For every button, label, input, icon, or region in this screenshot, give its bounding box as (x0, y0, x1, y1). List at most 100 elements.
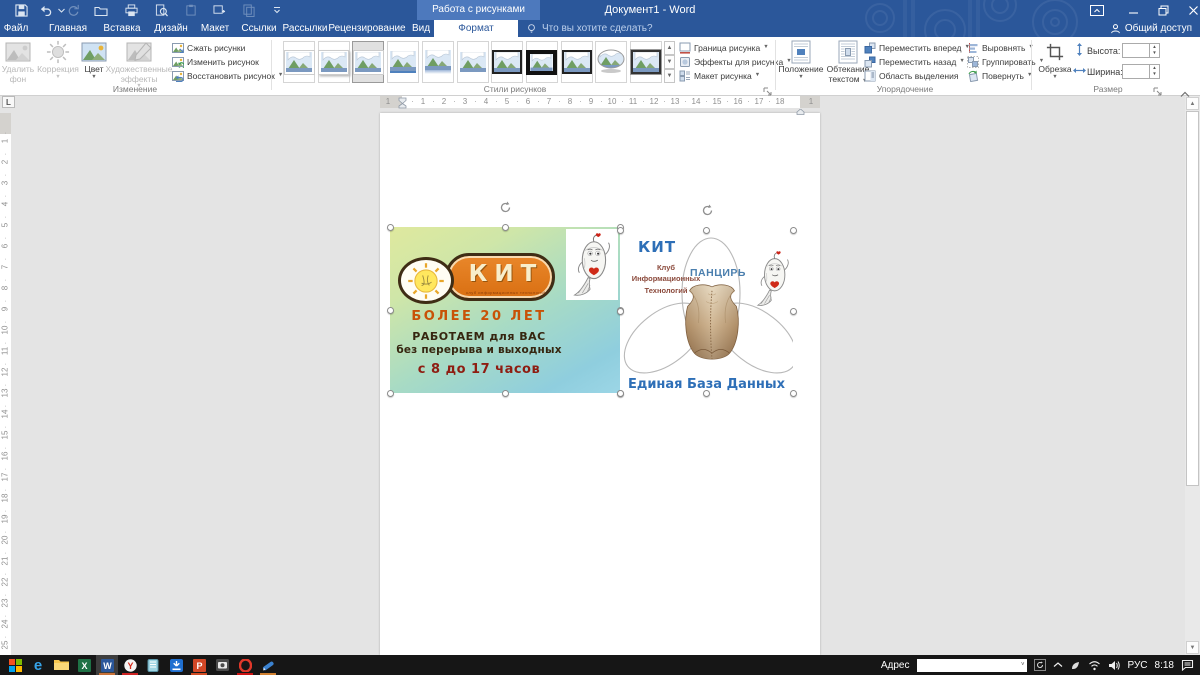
picture-style-frame-white-shadow[interactable] (317, 41, 350, 83)
volume-tray-icon[interactable] (1108, 660, 1121, 671)
picture-style-reflection[interactable] (421, 41, 454, 83)
selection-pane-button[interactable]: Область выделения (864, 69, 958, 82)
gallery-up-icon[interactable]: ▲ (664, 41, 675, 55)
horizontal-ruler[interactable]: 1 1 1 · 2 · 3 · 4 · 5 · 6 · 7 · 8 · 9 · 10 · 11 · 12 · 13 · 14 · 15 · 16… (380, 96, 820, 108)
tab-format[interactable]: Формат (434, 20, 518, 37)
tab-references[interactable]: Ссылки (241, 20, 276, 37)
selection-handle[interactable] (386, 389, 394, 397)
scrollbar-thumb[interactable] (1186, 111, 1199, 486)
language-indicator[interactable]: РУС (1128, 660, 1148, 671)
action-center-icon[interactable] (1181, 659, 1194, 671)
tab-stop-selector[interactable]: L (2, 96, 15, 108)
selection-handle[interactable] (386, 223, 394, 231)
screenshot-app-icon[interactable] (211, 655, 233, 675)
close-icon[interactable] (1178, 0, 1200, 20)
size-dialog-launcher-icon[interactable] (1153, 83, 1163, 96)
restore-icon[interactable] (1148, 0, 1178, 20)
notebook-app-icon[interactable] (142, 655, 164, 675)
selection-handle[interactable] (501, 389, 509, 397)
scroll-down-icon[interactable]: ▼ (1186, 641, 1199, 654)
edge-icon[interactable]: e (27, 655, 49, 675)
send-backward-button[interactable]: Переместить назад ▼ (864, 55, 965, 68)
picture-layout-button[interactable]: Макет рисунка ▼ (679, 69, 760, 82)
crop-button[interactable]: Обрезка ▼ (1037, 39, 1073, 80)
word-icon[interactable]: W (96, 655, 118, 675)
selection-handle[interactable] (703, 226, 710, 234)
network-tray-icon[interactable] (1088, 660, 1101, 671)
picture-border-button[interactable]: Граница рисунка ▼ (679, 41, 769, 54)
paste-icon[interactable] (182, 2, 200, 18)
align-button[interactable]: Выровнять▼ (967, 41, 1034, 54)
open-icon[interactable] (92, 2, 110, 18)
right-indent-marker[interactable] (796, 102, 805, 120)
minimize-icon[interactable] (1118, 0, 1148, 20)
address-input[interactable]: ˅ (916, 658, 1027, 672)
address-go-icon[interactable] (1033, 659, 1046, 671)
picture-style-oval-shadow[interactable] (595, 41, 628, 83)
rotate-button[interactable]: Повернуть ▼ (967, 69, 1032, 82)
width-input[interactable]: ▲ ▼ (1122, 64, 1160, 79)
selection-handle[interactable] (616, 226, 624, 234)
print-icon[interactable] (122, 2, 140, 18)
picture-style-soft-edge-bottom[interactable] (387, 41, 420, 83)
selection-handle[interactable] (789, 389, 797, 397)
explorer-icon[interactable] (50, 655, 72, 675)
change-picture-button[interactable]: Изменить рисунок (172, 55, 259, 68)
vertical-scrollbar[interactable]: ▲ ▼ (1185, 96, 1200, 655)
clock[interactable]: 8:18 (1155, 660, 1174, 671)
picture-style-frame-selected[interactable] (352, 41, 385, 83)
artistic-effects-button[interactable]: Художественные эффекты ▼ (106, 39, 173, 89)
tab-review[interactable]: Рецензирование (328, 20, 405, 37)
position-button[interactable]: Положение ▼ (778, 39, 824, 80)
ribbon-display-options-icon[interactable] (1082, 0, 1112, 20)
tab-file[interactable]: Файл (4, 20, 29, 37)
share-button[interactable]: Общий доступ (1110, 20, 1192, 37)
gallery-more-icon[interactable]: ▼ (664, 69, 675, 83)
picture-style-frame-simple[interactable] (283, 41, 315, 83)
bring-forward-button[interactable]: Переместить вперед ▼ (864, 41, 970, 54)
tab-mailings[interactable]: Рассылки (283, 20, 328, 37)
page[interactable]: КИТ клуб информационных технологий БОЛЕЕ… (380, 113, 820, 655)
save-icon[interactable] (12, 2, 30, 18)
reset-picture-button[interactable]: Восстановить рисунок ▼ (172, 69, 283, 82)
tell-me-box[interactable]: Что вы хотите сделать? (526, 20, 653, 37)
opera-icon[interactable] (234, 655, 256, 675)
selection-handle[interactable] (616, 389, 624, 397)
collapse-ribbon-icon[interactable] (1180, 85, 1190, 103)
excel-icon[interactable]: X (73, 655, 95, 675)
picture-style-frame-black-thin[interactable] (560, 41, 593, 83)
tab-view[interactable]: Вид (412, 20, 430, 37)
graphics-app-icon[interactable] (257, 655, 279, 675)
print-preview-icon[interactable] (152, 2, 170, 18)
indent-marker[interactable] (398, 96, 407, 114)
copy-icon[interactable] (240, 2, 258, 18)
selection-handle[interactable] (703, 389, 710, 397)
tab-layout[interactable]: Макет (201, 20, 229, 37)
selection-handle[interactable] (789, 226, 797, 234)
pancir-image[interactable]: КИТ Клуб Информационных Технологий ПАНЦИ… (620, 230, 793, 393)
picture-style-plain[interactable] (456, 41, 489, 83)
kit-banner-image[interactable]: КИТ клуб информационных технологий БОЛЕЕ… (390, 227, 620, 393)
tab-insert[interactable]: Вставка (103, 20, 140, 37)
tab-design[interactable]: Дизайн (154, 20, 188, 37)
rotate-handle[interactable] (499, 201, 511, 213)
tray-expand-icon[interactable] (1053, 661, 1063, 669)
antivirus-tray-icon[interactable] (1070, 660, 1081, 671)
download-manager-icon[interactable] (165, 655, 187, 675)
picture-style-frame-dark[interactable] (630, 41, 662, 83)
yandex-browser-icon[interactable]: Y (119, 655, 141, 675)
powerpoint-icon[interactable]: P (188, 655, 210, 675)
group-button[interactable]: Группировать ▼ (967, 55, 1044, 68)
vertical-ruler[interactable]: 1 · 2 · 3 · 4 · 5 · 6 · 7 · 8 · 9 · 10 · 11 · 12 · 13 · 14 · 15 · 16 · 1… (0, 113, 11, 655)
selection-handle[interactable] (616, 308, 624, 315)
picture-style-frame-black-thick[interactable] (525, 41, 558, 83)
selection-handle[interactable] (501, 223, 509, 231)
redo-icon[interactable] (64, 2, 82, 18)
selection-handle[interactable] (386, 306, 394, 314)
picture-style-frame-black[interactable] (491, 41, 524, 83)
styles-dialog-launcher-icon[interactable] (763, 83, 773, 96)
gallery-down-icon[interactable]: ▼ (664, 55, 675, 69)
qat-customize-icon[interactable] (268, 2, 286, 18)
selection-handle[interactable] (789, 308, 797, 315)
tab-home[interactable]: Главная (49, 20, 87, 37)
